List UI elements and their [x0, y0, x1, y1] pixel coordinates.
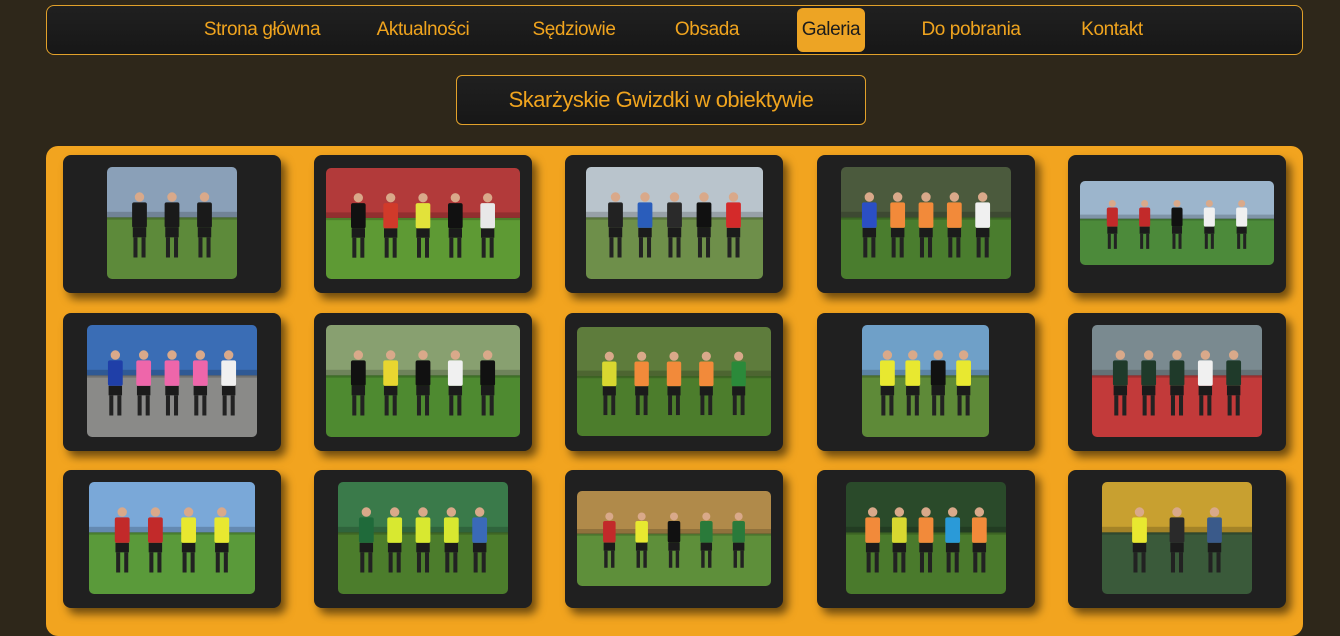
gallery-card[interactable]	[63, 155, 281, 293]
nav-item-kontakt[interactable]: Kontakt	[1077, 8, 1147, 52]
main-navigation: Strona główna Aktualności Sędziowie Obsa…	[46, 5, 1303, 55]
gallery-photo-1[interactable]	[107, 167, 237, 279]
gallery-photo-10[interactable]	[1092, 325, 1262, 437]
nav-item-aktualnosci[interactable]: Aktualności	[373, 8, 473, 52]
gallery-card[interactable]	[63, 470, 281, 608]
gallery-photo-14[interactable]	[846, 482, 1006, 594]
gallery-card[interactable]	[314, 155, 532, 293]
gallery-card[interactable]	[1068, 155, 1286, 293]
nav-item-strona-glowna[interactable]: Strona główna	[197, 8, 327, 52]
gallery-photo-13[interactable]	[577, 491, 771, 586]
gallery-photo-6[interactable]	[87, 325, 257, 437]
gallery-card[interactable]	[314, 313, 532, 451]
nav-item-galeria[interactable]: Galeria	[797, 8, 865, 52]
gallery-card[interactable]	[565, 155, 783, 293]
gallery-photo-2[interactable]	[326, 168, 520, 279]
gallery-photo-3[interactable]	[586, 167, 763, 279]
gallery-card[interactable]	[817, 313, 1035, 451]
gallery-photo-9[interactable]	[862, 325, 989, 437]
gallery-photo-12[interactable]	[338, 482, 508, 594]
gallery-card[interactable]	[565, 470, 783, 608]
gallery-card[interactable]	[817, 155, 1035, 293]
gallery-photo-7[interactable]	[326, 325, 520, 437]
gallery-card[interactable]	[1068, 313, 1286, 451]
nav-item-do-pobrania[interactable]: Do pobrania	[919, 8, 1023, 52]
page-title: Skarżyskie Gwizdki w obiektywie	[508, 87, 814, 112]
gallery-card[interactable]	[63, 313, 281, 451]
gallery-photo-15[interactable]	[1102, 482, 1252, 594]
nav-item-sedziowie[interactable]: Sędziowie	[530, 8, 618, 52]
gallery-photo-5[interactable]	[1080, 181, 1274, 265]
gallery-card[interactable]	[1068, 470, 1286, 608]
gallery-photo-11[interactable]	[89, 482, 255, 594]
page-title-box: Skarżyskie Gwizdki w obiektywie	[456, 75, 866, 125]
gallery-card[interactable]	[817, 470, 1035, 608]
gallery-card[interactable]	[314, 470, 532, 608]
photo-gallery	[46, 146, 1303, 636]
nav-item-obsada[interactable]: Obsada	[672, 8, 742, 52]
gallery-photo-8[interactable]	[577, 327, 771, 436]
gallery-card[interactable]	[565, 313, 783, 451]
gallery-photo-4[interactable]	[841, 167, 1011, 279]
